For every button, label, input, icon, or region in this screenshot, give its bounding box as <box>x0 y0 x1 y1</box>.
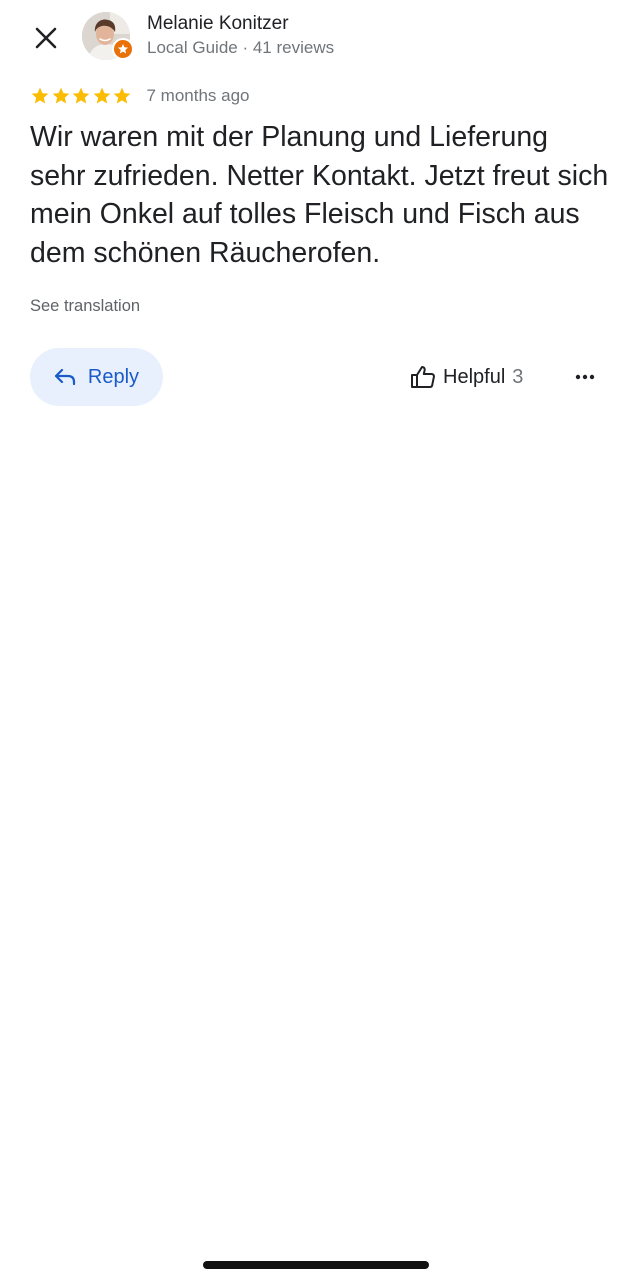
see-translation-link[interactable]: See translation <box>30 297 140 316</box>
more-options-button[interactable] <box>568 362 602 392</box>
star-icon <box>52 87 69 104</box>
helpful-count: 3 <box>512 365 524 388</box>
author-avatar[interactable] <box>82 12 134 60</box>
home-indicator <box>203 1261 429 1269</box>
star-icon <box>113 87 131 104</box>
star-icon <box>72 87 90 104</box>
author-name[interactable]: Melanie Konitzer <box>147 13 289 35</box>
rating-row: 7 months ago <box>30 84 250 108</box>
local-guide-star-badge-icon <box>112 38 134 60</box>
reply-button[interactable]: Reply <box>30 348 163 406</box>
more-horizontal-icon <box>575 374 595 380</box>
review-age: 7 months ago <box>146 86 250 105</box>
helpful-button[interactable]: Helpful 3 <box>410 362 523 392</box>
star-rating <box>30 86 133 106</box>
close-icon <box>35 27 57 49</box>
star-icon <box>93 87 110 104</box>
helpful-label: Helpful <box>443 365 506 388</box>
author-meta: Local Guide · 41 reviews <box>147 38 335 57</box>
star-icon <box>31 87 49 104</box>
close-button[interactable] <box>28 20 64 56</box>
thumbs-up-icon <box>411 366 435 388</box>
reply-arrow-icon <box>54 368 76 386</box>
reply-label: Reply <box>87 365 140 388</box>
review-text: Wir waren mit der Planung und Lieferung … <box>30 121 609 269</box>
